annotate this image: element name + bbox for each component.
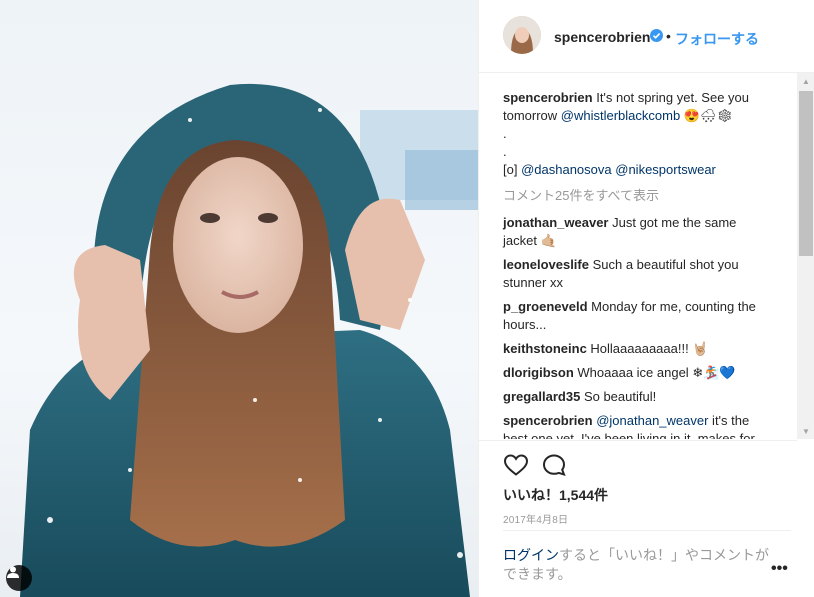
post-photo[interactable] — [0, 0, 478, 597]
comment: spencerobrien @jonathan_weaver it's the … — [503, 412, 773, 439]
caption: spencerobrien It's not spring yet. See y… — [503, 89, 773, 125]
post-date[interactable]: 2017年4月8日 — [503, 511, 568, 526]
comment-username[interactable]: jonathan_weaver — [503, 215, 609, 230]
divider — [503, 530, 791, 531]
comment: jonathan_weaver Just got me the same jac… — [503, 214, 773, 250]
scroll-up-arrow-icon[interactable]: ▲ — [797, 73, 814, 89]
comment: keithstoneinc Hollaaaaaaaaa!!! 🤘🏼 — [503, 340, 773, 358]
comment-text: Whoaaaa ice angel — [573, 365, 693, 380]
comment-username[interactable]: gregallard35 — [503, 389, 580, 404]
comment: p_groeneveld Monday for me, counting the… — [503, 298, 773, 334]
comment: leoneloveslife Such a beautiful shot you… — [503, 256, 773, 292]
caption-dot-line-1: . — [503, 126, 507, 141]
caption-emoji: 😍🌨❄ — [680, 108, 734, 123]
heart-icon[interactable] — [503, 453, 529, 477]
header-separator: • — [666, 28, 671, 44]
comment-username[interactable]: dlorigibson — [503, 365, 574, 380]
comment-username[interactable]: spencerobrien — [503, 413, 593, 428]
comment-text: Hollaaaaaaaaa!!! — [586, 341, 693, 356]
comments-scrollbar[interactable]: ▲ ▼ — [797, 73, 814, 439]
comments-list[interactable]: spencerobrien It's not spring yet. See y… — [479, 73, 797, 439]
comment-emoji: ❄🏂💙 — [692, 365, 736, 380]
header-username[interactable]: spencerobrien — [554, 29, 650, 45]
comment-icon[interactable] — [542, 453, 568, 477]
view-all-comments-link[interactable]: コメント25件をすべて表示 — [503, 187, 773, 205]
verified-badge-icon — [650, 29, 663, 42]
caption-mention-dashanosova[interactable]: @dashanosova — [521, 162, 612, 177]
action-bar — [479, 440, 797, 477]
login-link[interactable]: ログイン — [503, 547, 559, 563]
post-sidebar: spencerobrien • フォローする spencerobrien It'… — [478, 0, 814, 597]
login-prompt: ログインすると「いいね！」やコメントができます。 — [503, 546, 773, 584]
follow-button[interactable]: フォローする — [675, 29, 759, 49]
caption-username[interactable]: spencerobrien — [503, 90, 593, 105]
comment-emoji: 🤙🏼 — [540, 233, 557, 248]
post-header: spencerobrien • フォローする — [479, 0, 814, 73]
scrollbar-thumb[interactable] — [799, 91, 813, 256]
comment: gregallard35 So beautiful! — [503, 388, 773, 406]
caption-credit-prefix: [o] — [503, 162, 522, 177]
caption-mention-nikesportswear[interactable]: @nikesportswear — [615, 162, 716, 177]
likes-count[interactable]: いいね！1,544件 — [503, 485, 608, 505]
comment-username[interactable]: keithstoneinc — [503, 341, 587, 356]
comment-mention[interactable]: @jonathan_weaver — [596, 413, 708, 428]
avatar-image — [503, 16, 541, 54]
avatar[interactable] — [503, 16, 541, 54]
comment-text: So beautiful! — [580, 389, 657, 404]
caption-dot-line-2: . — [503, 144, 507, 159]
scroll-down-arrow-icon[interactable]: ▼ — [797, 423, 814, 439]
comment-emoji: 🤘🏼 — [692, 341, 709, 356]
comment-username[interactable]: leoneloveslife — [503, 257, 589, 272]
comment-username[interactable]: p_groeneveld — [503, 299, 588, 314]
caption-credits: [o] @dashanosova @nikesportswear — [503, 161, 773, 179]
caption-mention-whistlerblackcomb[interactable]: @whistlerblackcomb — [561, 108, 680, 123]
person-icon — [7, 566, 19, 578]
more-options-icon[interactable]: ••• — [771, 560, 788, 578]
photo-illustration — [20, 83, 478, 597]
comment: dlorigibson Whoaaaa ice angel ❄🏂💙 — [503, 364, 773, 382]
user-tag-icon[interactable] — [6, 565, 32, 591]
